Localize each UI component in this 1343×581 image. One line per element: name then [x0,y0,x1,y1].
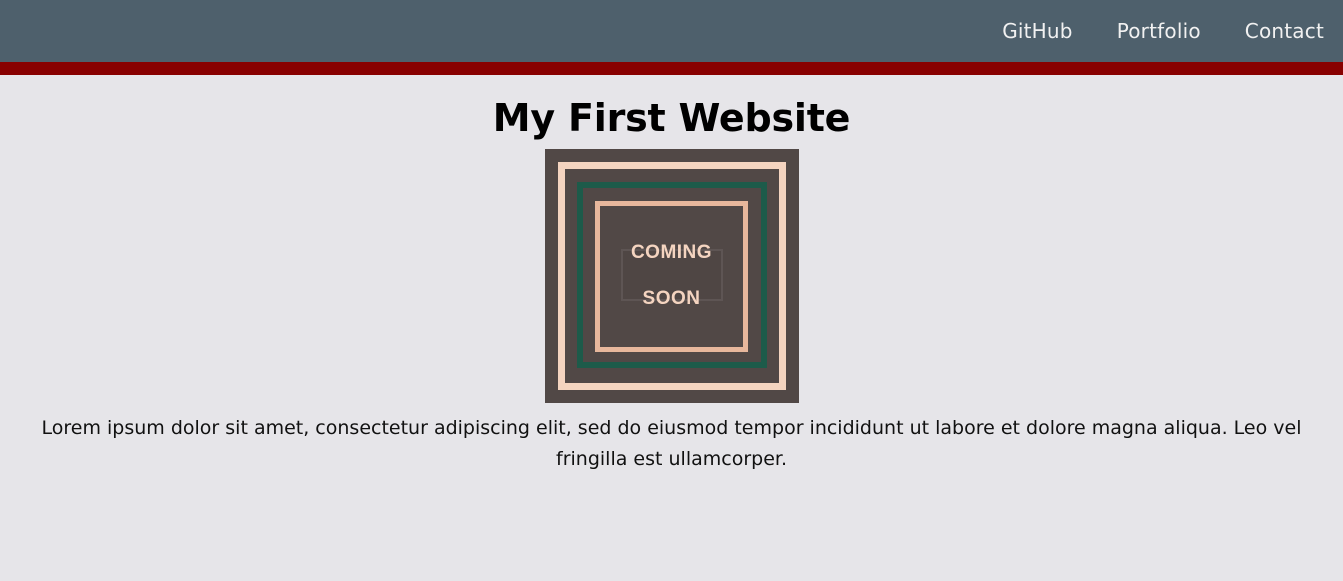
nav-link-github[interactable]: GitHub [1002,19,1073,43]
main-content: My First Website COMING SOON Lorem ipsum… [0,75,1343,475]
navbar: GitHub Portfolio Contact [0,0,1343,62]
navbar-accent-bar [0,62,1343,75]
nav-link-contact[interactable]: Contact [1245,19,1324,43]
nav-links: GitHub Portfolio Contact [977,0,1343,62]
intro-paragraph: Lorem ipsum dolor sit amet, consectetur … [41,417,1302,470]
coming-soon-line1: COMING [630,241,713,263]
page-title: My First Website [492,96,851,140]
coming-soon-image: COMING SOON [544,149,799,403]
coming-soon-line2: SOON [642,287,701,309]
coming-soon-label: COMING SOON [620,242,723,309]
nav-link-portfolio[interactable]: Portfolio [1117,19,1201,43]
